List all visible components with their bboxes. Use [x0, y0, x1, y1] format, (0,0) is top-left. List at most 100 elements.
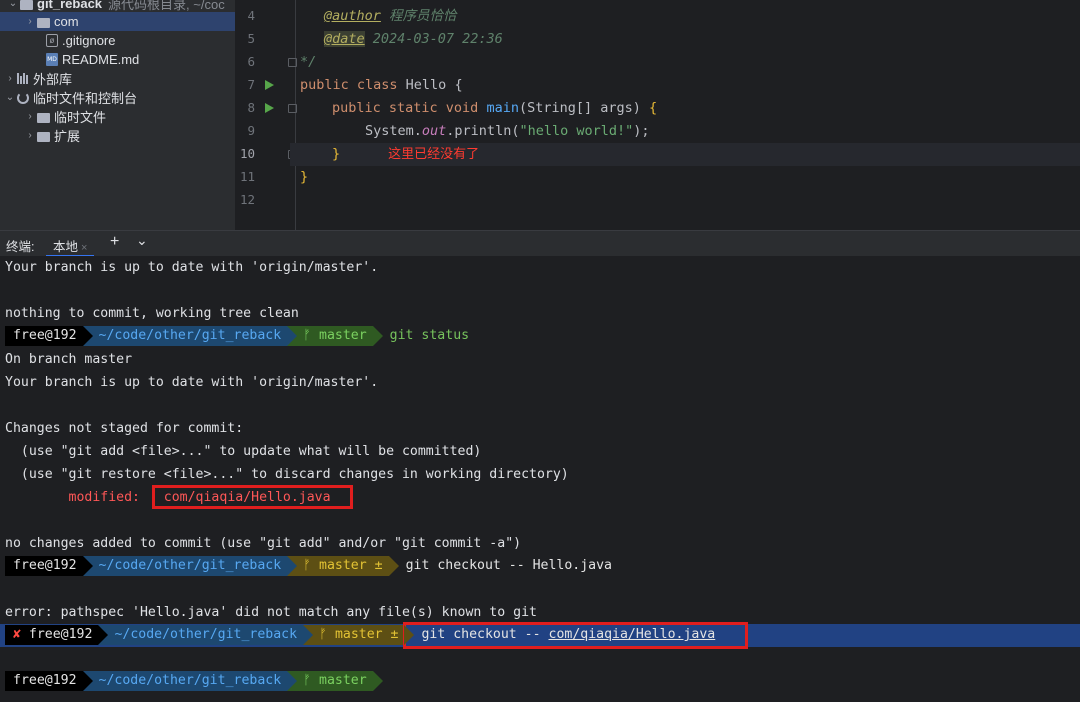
markdown-file-icon: MD [46, 53, 58, 66]
terminal-line: On branch master [5, 352, 133, 367]
code-line[interactable]: @author 程序员恰恰 [324, 5, 457, 28]
prompt-user: free@192 [5, 326, 93, 346]
fold-icon[interactable] [288, 58, 297, 67]
terminal-line: Changes not staged for commit: [5, 421, 244, 436]
chevron-right-icon[interactable]: › [25, 16, 35, 27]
prompt-user-name: free@192 [28, 627, 93, 642]
chevron-right-icon[interactable]: › [5, 73, 15, 84]
prompt-git-branch: ᚠ master ± [287, 556, 400, 576]
chevron-down-icon[interactable]: ⌄ [5, 92, 15, 103]
gutter-separator [295, 0, 296, 230]
terminal-tab-bar: 终端: 本地 × + ⌄ [0, 230, 1080, 257]
highlight-box [152, 485, 353, 509]
tree-item-external-libraries[interactable]: › 外部库 [0, 69, 235, 88]
line-number: 9 [247, 123, 255, 138]
terminal-output[interactable]: Your branch is up to date with 'origin/m… [0, 256, 1080, 702]
gutter-line: 6 [235, 51, 297, 74]
terminal-line: Your branch is up to date with 'origin/m… [5, 260, 379, 275]
code-token: System. [365, 123, 422, 139]
highlight-box [403, 622, 748, 649]
comment-end: */ [300, 54, 317, 70]
brace: } [332, 146, 341, 162]
line-number: 7 [247, 77, 255, 92]
tree-item-scratches[interactable]: ⌄ 临时文件和控制台 [0, 88, 235, 107]
close-icon[interactable]: × [81, 242, 87, 254]
chevron-right-icon[interactable]: › [25, 130, 35, 141]
ide-top-area: ⌄ git_reback 源代码根目录, ~/coc › com ø .giti… [0, 0, 1080, 230]
gutter-line: 9 [235, 120, 295, 143]
git-branch-icon: ᚠ [319, 627, 327, 642]
project-tool-window: ⌄ git_reback 源代码根目录, ~/coc › com ø .giti… [0, 0, 235, 230]
tree-item-extensions[interactable]: › 扩展 [0, 126, 235, 145]
error-icon: ✘ [13, 627, 21, 642]
run-icon[interactable] [265, 80, 274, 90]
code-editor[interactable]: 4 5 6 7 8 9 10 11 12 @author 程序员恰恰 @date… [235, 0, 1080, 230]
run-icon[interactable] [265, 103, 274, 113]
branch-name: master [319, 328, 367, 343]
terminal-line: (use "git restore <file>..." to discard … [5, 467, 569, 482]
terminal-line: Your branch is up to date with 'origin/m… [5, 375, 379, 390]
tab-local[interactable]: 本地 × [46, 231, 95, 257]
shell-prompt: free@192 ~/code/other/git_reback ᚠ maste… [5, 671, 383, 691]
tree-item-label: 扩展 [54, 129, 81, 144]
library-icon [17, 73, 29, 84]
code-token: .println( [446, 123, 520, 139]
terminal-label: 终端: [6, 240, 35, 254]
git-branch-icon: ᚠ [303, 673, 312, 688]
fold-icon[interactable] [288, 104, 297, 113]
typed-command: git checkout -- Hello.java [405, 558, 612, 573]
keyword: public static void [332, 100, 487, 116]
terminal-line: error: pathspec 'Hello.java' did not mat… [5, 605, 537, 620]
javadoc-text: 2024-03-07 22:36 [364, 31, 503, 47]
shell-prompt: free@192 ~/code/other/git_reback ᚠ maste… [5, 326, 469, 346]
brace: { [649, 100, 658, 116]
chevron-right-icon[interactable]: › [25, 111, 35, 122]
code-line[interactable]: public class Hello { [300, 74, 463, 97]
prompt-git-branch: ᚠ master ± [303, 625, 415, 645]
code-line[interactable]: public static void main(String[] args) { [332, 97, 657, 120]
tree-item-gitignore[interactable]: ø .gitignore [0, 31, 235, 50]
prompt-path: ~/code/other/git_reback [82, 671, 297, 691]
code-token: ); [633, 123, 650, 139]
code-line[interactable]: } [300, 166, 308, 189]
tree-item-label: 外部库 [33, 72, 73, 87]
tree-item-com[interactable]: › com [0, 12, 235, 31]
gutter-line: 5 [235, 28, 295, 51]
class-name: Hello [405, 77, 455, 93]
branch-name: master [319, 673, 367, 688]
prompt-git-branch: ᚠ master [287, 326, 383, 346]
chevron-down-icon[interactable]: ⌄ [136, 232, 148, 249]
terminal-line: no changes added to commit (use "git add… [5, 536, 522, 551]
prompt-path: ~/code/other/git_reback [82, 556, 297, 576]
tab-label: 本地 [53, 240, 79, 254]
code-line[interactable]: System.out.println("hello world!"); [365, 120, 650, 143]
tree-item-label: .gitignore [62, 33, 116, 48]
modified-label: modified: [5, 490, 164, 505]
folder-icon [37, 131, 50, 142]
package-folder-icon [37, 17, 50, 28]
prompt-path: ~/code/other/git_reback [82, 326, 297, 346]
shell-prompt: free@192 ~/code/other/git_reback ᚠ maste… [5, 556, 612, 576]
prompt-user: free@192 [5, 671, 93, 691]
method-args: (String[] args) [518, 100, 649, 116]
tree-item-label: README.md [62, 52, 140, 67]
chevron-down-icon[interactable]: ⌄ [8, 0, 18, 9]
brace: } [300, 169, 309, 185]
tree-root-label: git_reback [37, 0, 103, 11]
tree-item-readme[interactable]: MD README.md [0, 50, 235, 69]
scratches-icon [17, 91, 29, 104]
tree-item-scratch-files[interactable]: › 临时文件 [0, 107, 235, 126]
code-line[interactable]: */ [300, 51, 316, 74]
code-line[interactable]: @date 2024-03-07 22:36 [324, 28, 503, 51]
gutter-line: 8 [235, 97, 297, 120]
git-branch-icon: ᚠ [303, 558, 312, 573]
current-code-line[interactable]: } 这里已经没有了 [290, 143, 1080, 166]
gutter-line: 7 [235, 74, 295, 97]
line-number: 8 [247, 100, 255, 115]
gutter-line: 10 [235, 143, 297, 166]
terminal-line: (use "git add <file>..." to update what … [5, 444, 482, 459]
add-tab-button[interactable]: + [110, 233, 119, 251]
folder-icon [37, 112, 50, 123]
git-branch-icon: ᚠ [303, 328, 312, 343]
prompt-git-branch: ᚠ master [287, 671, 383, 691]
